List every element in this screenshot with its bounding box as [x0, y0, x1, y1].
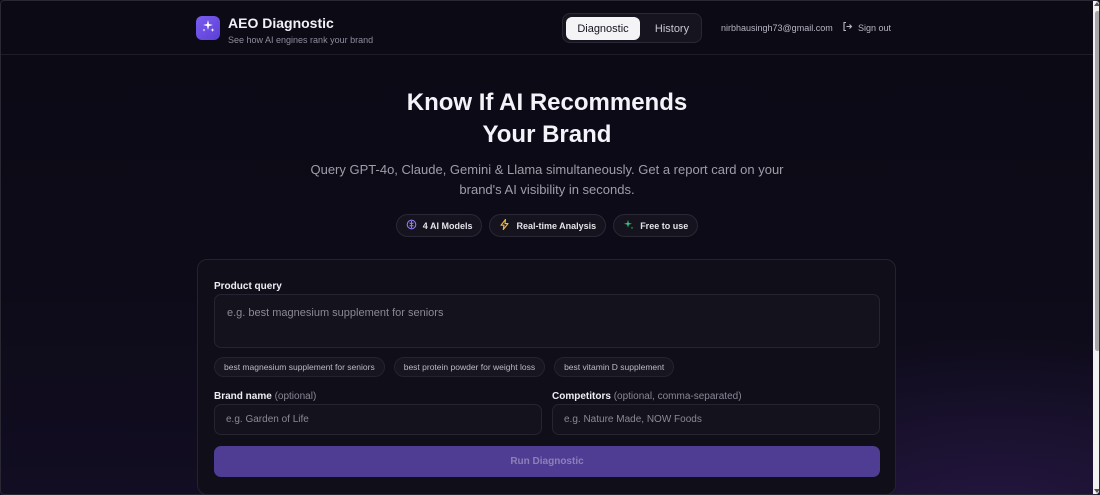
- competitors-label-text: Competitors: [552, 391, 611, 402]
- top-header: AEO Diagnostic See how AI engines rank y…: [1, 1, 1093, 55]
- badge-ai-models: 4 AI Models: [395, 214, 483, 237]
- diagnostic-form-card: Product query e.g. best magnesium supple…: [197, 259, 896, 494]
- app-title: AEO Diagnostic: [228, 15, 334, 31]
- nav-toggle: Diagnostic History: [562, 13, 702, 43]
- badge-label: Real-time Analysis: [516, 220, 597, 231]
- page-subtitle-line2: brand's AI visibility in seconds.: [459, 182, 635, 197]
- badge-real-time: Real-time Analysis: [489, 214, 607, 237]
- sparkles-icon: [623, 219, 634, 232]
- brand-name-label-text: Brand name: [214, 391, 272, 402]
- brand-optional-note: (optional): [274, 391, 317, 402]
- app-logo[interactable]: [196, 16, 220, 40]
- page-subtitle: Query GPT-4o, Claude, Gemini & Llama sim…: [1, 160, 1093, 200]
- page-subtitle-line1: Query GPT-4o, Claude, Gemini & Llama sim…: [310, 162, 784, 177]
- brand-name-placeholder: e.g. Garden of Life: [226, 414, 309, 425]
- user-email: nirbhausingh73@gmail.com: [721, 23, 833, 33]
- signout-icon: [842, 21, 853, 34]
- sparkles-icon: [201, 19, 215, 38]
- feature-badges: 4 AI Models Real-time Analysis Free to u…: [1, 214, 1093, 237]
- brand-name-input[interactable]: e.g. Garden of Life: [214, 404, 542, 435]
- scroll-up-arrow-icon[interactable]: [1094, 2, 1099, 6]
- app-subtitle: See how AI engines rank your brand: [228, 35, 374, 45]
- signout-button[interactable]: Sign out: [842, 21, 891, 34]
- brand-name-label: Brand name (optional): [214, 391, 316, 402]
- page-title: Know If AI Recommends Your Brand: [1, 87, 1093, 151]
- competitors-input[interactable]: e.g. Nature Made, NOW Foods: [552, 404, 880, 435]
- lightning-icon: [499, 218, 510, 232]
- badge-label: Free to use: [640, 220, 689, 231]
- brain-icon: [406, 219, 417, 232]
- query-suggestions: best magnesium supplement for seniors be…: [214, 357, 675, 377]
- tab-diagnostic[interactable]: Diagnostic: [566, 17, 640, 40]
- competitors-optional-note: (optional, comma-separated): [613, 391, 742, 402]
- page-title-line1: Know If AI Recommends: [406, 89, 688, 116]
- tab-history[interactable]: History: [645, 17, 699, 40]
- signout-label: Sign out: [858, 22, 892, 33]
- app-window: AEO Diagnostic See how AI engines rank y…: [0, 0, 1100, 495]
- run-diagnostic-button[interactable]: Run Diagnostic: [214, 446, 880, 477]
- competitors-label: Competitors (optional, comma-separated): [552, 391, 742, 402]
- badge-label: 4 AI Models: [422, 220, 473, 231]
- product-query-label: Product query: [214, 281, 282, 292]
- suggestion-chip[interactable]: best vitamin D supplement: [554, 357, 675, 377]
- scrollbar-thumb[interactable]: [1095, 11, 1099, 351]
- suggestion-chip[interactable]: best protein powder for weight loss: [393, 357, 546, 377]
- product-query-placeholder: e.g. best magnesium supplement for senio…: [227, 307, 444, 319]
- product-query-input[interactable]: e.g. best magnesium supplement for senio…: [214, 294, 880, 348]
- page-title-line2: Your Brand: [482, 121, 612, 148]
- badge-free: Free to use: [613, 214, 699, 237]
- scroll-down-arrow-icon[interactable]: [1094, 489, 1099, 493]
- suggestion-chip[interactable]: best magnesium supplement for seniors: [214, 357, 385, 377]
- competitors-placeholder: e.g. Nature Made, NOW Foods: [564, 414, 702, 425]
